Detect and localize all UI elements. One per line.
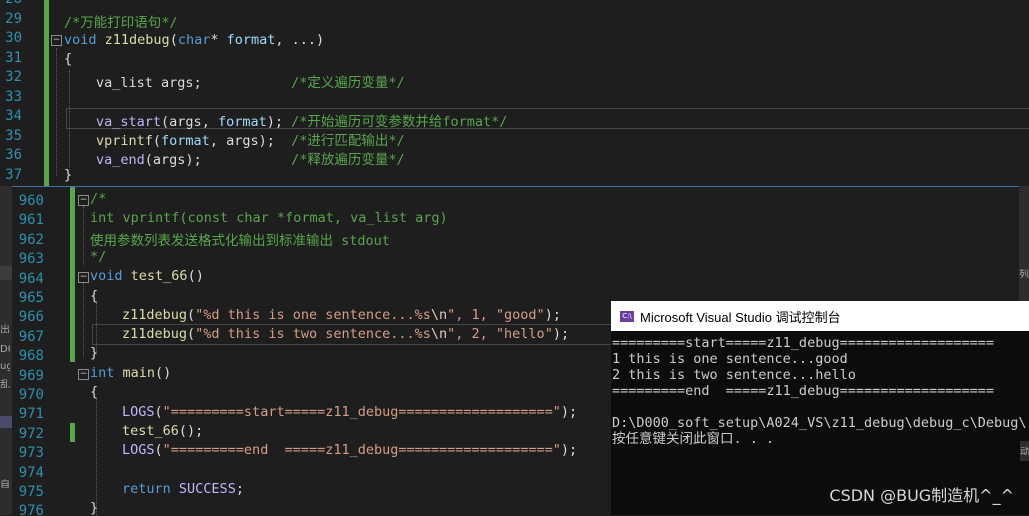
line-number: 31: [5, 49, 22, 66]
console-line: 2 this is two sentence...hello: [612, 367, 856, 383]
code-line: void z11debug(char* format, ...): [64, 32, 325, 48]
line-number: 972: [18, 425, 44, 442]
code-line: va_start(args, format); /*开始遍历可变参数并给form…: [96, 114, 508, 130]
bg-text: 乱: [0, 380, 10, 388]
code-line: z11debug("%d this is two sentence...%s\n…: [122, 326, 570, 342]
line-number: 961: [18, 212, 44, 229]
bg-text: D0: [0, 344, 10, 355]
line-number: 29: [5, 10, 22, 27]
code-line: }: [90, 500, 99, 516]
code-line: {: [90, 384, 99, 400]
bg-text: 列: [1019, 270, 1029, 278]
line-number: 36: [5, 147, 22, 163]
line-number: 28: [0, 0, 22, 7]
line-number: 35: [5, 127, 22, 144]
line-number: 971: [18, 406, 44, 423]
line-number: 32: [5, 69, 22, 85]
code-line: {: [90, 288, 99, 304]
line-number: 967: [18, 328, 44, 345]
line-number: 968: [18, 348, 44, 365]
fold-guide: [83, 283, 84, 357]
console-line: 按任意键关闭此窗口. . .: [612, 431, 775, 447]
code-line: va_end(args); /*释放遍历变量*/: [96, 152, 405, 168]
line-number: 960: [18, 193, 44, 209]
fold-guide: [56, 48, 57, 176]
console-title: Microsoft Visual Studio 调试控制台: [640, 309, 841, 325]
code-line: /*: [90, 191, 107, 207]
code-line: }: [90, 345, 99, 361]
code-line: void test_66(): [90, 268, 204, 284]
code-line: va_list args; /*定义遍历变量*/: [96, 75, 405, 91]
line-number: 30: [5, 30, 22, 46]
console-output: =========start=====z11_debug============…: [611, 331, 1029, 447]
right-background-strip: 列: [1019, 186, 1029, 301]
code-line: LOGS("=========end =====z11_debug=======…: [122, 442, 578, 458]
line-number: 976: [18, 503, 44, 516]
fold-collapse-icon[interactable]: −: [78, 195, 89, 206]
code-line: 使用参数列表发送格式化输出到标准输出 stdout: [90, 233, 390, 249]
code-line: */: [90, 249, 107, 265]
line-number: 33: [5, 88, 22, 105]
change-margin-top: [44, 0, 49, 186]
line-number: 973: [18, 445, 44, 462]
line-number: 969: [18, 367, 44, 384]
editor-top[interactable]: 28 29 30 31 32 33 34 35 36 37 − /*万能打印语句…: [0, 0, 1029, 186]
bg-text: 出: [0, 325, 10, 333]
line-number: 964: [18, 270, 44, 287]
code-line: int main(): [90, 365, 172, 381]
code-line: LOGS("=========start=====z11_debug======…: [122, 404, 578, 420]
bg-text: 动: [1020, 447, 1029, 455]
line-number: 970: [18, 387, 44, 403]
console-line: =========start=====z11_debug============…: [612, 335, 995, 351]
line-number: 974: [18, 464, 44, 481]
code-line: test_66();: [122, 423, 204, 439]
right-edge-strip: 动: [1020, 441, 1029, 461]
indent-guide: [96, 399, 97, 516]
fold-guide: [83, 206, 84, 266]
watermark: CSDN @BUG制造机^_^: [829, 486, 1014, 505]
change-margin-bottom-2: [70, 423, 75, 442]
line-number: 962: [18, 231, 44, 248]
line-number: 975: [18, 484, 44, 500]
code-line: /*万能打印语句*/: [64, 15, 178, 31]
code-line: int vprintf(const char *format, va_list …: [90, 210, 448, 226]
line-number: 965: [18, 290, 44, 306]
line-number: 34: [5, 108, 22, 124]
change-margin-bottom: [70, 187, 75, 362]
code-line: z11debug("%d this is one sentence...%s\n…: [122, 307, 561, 323]
bg-text: ug: [0, 361, 10, 372]
code-line: vprintf(format, args); /*进行匹配输出*/: [96, 133, 405, 149]
line-number: 37: [5, 166, 22, 183]
console-line: D:\D000_soft_setup\A024_VS\z11_debug\deb…: [612, 415, 1027, 431]
fold-collapse-icon[interactable]: −: [51, 35, 62, 46]
bg-text: 自: [0, 480, 10, 488]
visual-studio-icon: C:\: [620, 310, 634, 322]
console-title-bar[interactable]: C:\ Microsoft Visual Studio 调试控制台: [611, 301, 1029, 331]
console-line: =========end =====z11_debug=============…: [612, 383, 995, 399]
fold-collapse-icon[interactable]: −: [78, 272, 89, 283]
line-number: 966: [18, 309, 44, 326]
console-line: 1 this is one sentence...good: [612, 351, 848, 367]
code-line: {: [64, 51, 73, 67]
code-line: }: [64, 167, 73, 183]
code-line: return SUCCESS;: [122, 481, 244, 497]
line-number: 963: [18, 251, 44, 268]
fold-collapse-icon[interactable]: −: [78, 369, 89, 380]
background-window-strip: 出 D0 ug 乱 自: [0, 186, 12, 515]
